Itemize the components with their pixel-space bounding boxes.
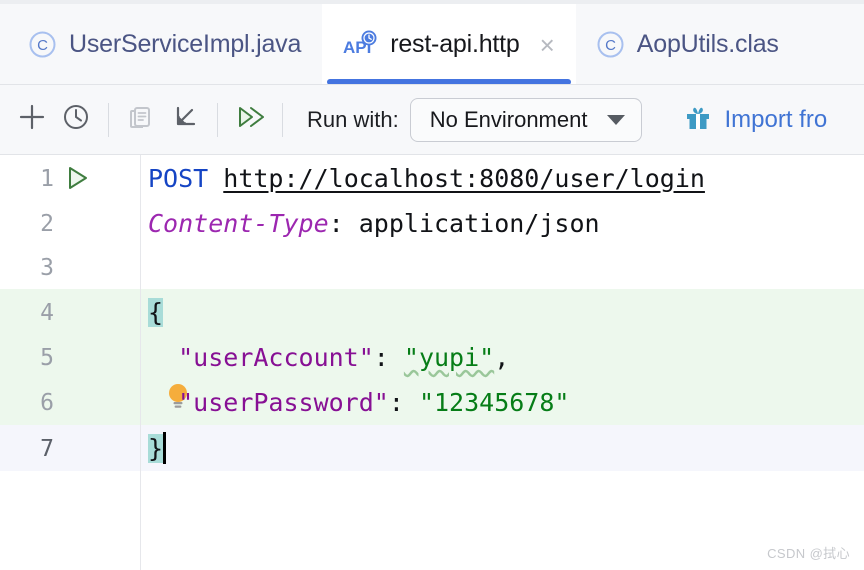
json-key-user-password: "userPassword" bbox=[178, 387, 389, 417]
json-key-user-account: "userAccount" bbox=[178, 342, 374, 372]
toolbar-separator bbox=[282, 102, 283, 137]
http-request-editor[interactable]: 1 POST http://localhost:8080/user/login … bbox=[0, 155, 864, 570]
http-client-toolbar: Run with: No Environment Import fro bbox=[0, 85, 864, 155]
line-number: 5 bbox=[40, 345, 54, 371]
line-number: 1 bbox=[40, 166, 54, 192]
json-colon: : bbox=[388, 387, 419, 417]
line-number: 4 bbox=[40, 300, 54, 326]
plus-icon bbox=[17, 102, 47, 137]
close-icon[interactable]: × bbox=[540, 32, 555, 58]
java-class-icon: C bbox=[29, 31, 56, 58]
editor-tab-bar: C UserServiceImpl.java API rest-api.http… bbox=[0, 0, 864, 85]
clock-icon bbox=[61, 102, 91, 137]
editor-line-6: 6 "userPassword" : "12345678" bbox=[0, 379, 864, 425]
run-with-label: Run with: bbox=[307, 106, 399, 132]
editor-line-7: 7 } bbox=[0, 425, 864, 471]
watermark: CSDN @拭心 bbox=[767, 546, 850, 561]
editor-rows: 1 POST http://localhost:8080/user/login … bbox=[0, 155, 864, 570]
header-colon: : bbox=[328, 208, 359, 238]
tab-label: rest-api.http bbox=[390, 30, 520, 58]
add-request-button[interactable] bbox=[10, 98, 54, 142]
document-icon bbox=[126, 102, 156, 137]
editor-line-5: 5 "userAccount" : "yupi" , bbox=[0, 335, 864, 379]
tab-label: AopUtils.clas bbox=[636, 30, 779, 58]
tab-aop-utils-class[interactable]: C AopUtils.clas bbox=[576, 4, 800, 84]
tab-label: UserServiceImpl.java bbox=[69, 30, 302, 58]
tab-rest-api-http[interactable]: API rest-api.http × bbox=[322, 4, 576, 84]
toolbar-separator bbox=[108, 102, 109, 137]
svg-text:C: C bbox=[605, 37, 616, 54]
header-value: application/json bbox=[358, 208, 600, 238]
convert-to-curl-button[interactable] bbox=[163, 98, 207, 142]
json-close-brace: } bbox=[148, 433, 164, 463]
header-name: Content-Type bbox=[148, 208, 329, 238]
request-history-button[interactable] bbox=[54, 98, 98, 142]
json-value-user-password: "12345678" bbox=[418, 387, 570, 417]
import-from-label: Import fro bbox=[724, 105, 828, 133]
tab-user-service-impl[interactable]: C UserServiceImpl.java bbox=[8, 4, 322, 84]
json-open-brace: { bbox=[148, 297, 164, 327]
line-number: 2 bbox=[40, 211, 54, 237]
arrow-down-left-icon bbox=[170, 102, 200, 137]
text-caret bbox=[163, 432, 167, 464]
chevron-down-icon bbox=[607, 114, 626, 125]
json-value-user-account: "yupi" bbox=[403, 342, 495, 372]
editor-line-3: 3 bbox=[0, 245, 864, 289]
environment-selected-value: No Environment bbox=[429, 106, 588, 132]
editor-line-2: 2 Content-Type : application/json bbox=[0, 201, 864, 245]
environment-select[interactable]: No Environment bbox=[409, 97, 643, 142]
json-comma: , bbox=[494, 342, 510, 372]
import-from-button[interactable]: Import fro bbox=[684, 103, 827, 136]
gift-icon bbox=[684, 103, 712, 136]
editor-line-1: 1 POST http://localhost:8080/user/login bbox=[0, 155, 864, 201]
double-play-icon bbox=[234, 102, 266, 137]
line-number: 6 bbox=[40, 390, 54, 416]
http-method: POST bbox=[148, 163, 209, 193]
editor-line-4: 4 { bbox=[0, 289, 864, 335]
json-colon: : bbox=[373, 342, 404, 372]
run-all-requests-button[interactable] bbox=[228, 98, 272, 142]
http-api-icon: API bbox=[343, 30, 377, 60]
http-client-window: C UserServiceImpl.java API rest-api.http… bbox=[0, 0, 864, 570]
java-class-icon: C bbox=[597, 31, 624, 58]
open-log-button[interactable] bbox=[119, 98, 163, 142]
svg-text:C: C bbox=[37, 37, 48, 54]
toolbar-separator bbox=[217, 102, 218, 137]
line-number: 3 bbox=[40, 255, 54, 281]
line-number: 7 bbox=[40, 436, 54, 462]
request-url[interactable]: http://localhost:8080/user/login bbox=[223, 164, 705, 193]
run-request-icon[interactable] bbox=[62, 163, 102, 193]
